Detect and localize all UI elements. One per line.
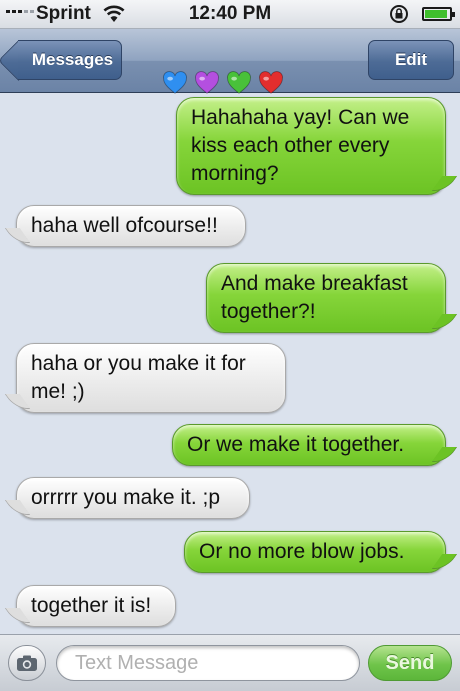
compose-bar: Send — [0, 634, 460, 691]
incoming-message-bubble[interactable]: orrrrr you make it. ;p — [16, 477, 250, 519]
conversation-thread[interactable]: Hahahaha yay! Can we kiss each other eve… — [0, 93, 460, 633]
battery-icon — [422, 7, 455, 21]
messages-back-button[interactable]: Messages — [18, 40, 122, 80]
rotation-lock-icon — [388, 4, 410, 29]
outgoing-message-bubble[interactable]: Or no more blow jobs. — [184, 531, 446, 573]
send-button[interactable]: Send — [368, 645, 452, 681]
incoming-message-bubble[interactable]: together it is! — [16, 585, 176, 627]
text-message-input[interactable] — [56, 645, 360, 681]
status-bar: Sprint 12:40 PM — [0, 0, 460, 29]
camera-icon — [17, 655, 37, 671]
navigation-bar: Messages Edit — [0, 29, 460, 94]
edit-button[interactable]: Edit — [368, 40, 454, 80]
camera-button[interactable] — [8, 645, 46, 681]
outgoing-message-bubble[interactable]: Hahahaha yay! Can we kiss each other eve… — [176, 97, 446, 195]
battery-level-fill — [425, 10, 447, 18]
incoming-message-bubble[interactable]: haha or you make it for me! ;) — [16, 343, 286, 413]
back-button-area[interactable]: Messages — [0, 29, 130, 92]
outgoing-message-bubble[interactable]: And make breakfast together?! — [206, 263, 446, 333]
incoming-message-bubble[interactable]: haha well ofcourse!! — [16, 205, 246, 247]
outgoing-message-bubble[interactable]: Or we make it together. — [172, 424, 446, 466]
